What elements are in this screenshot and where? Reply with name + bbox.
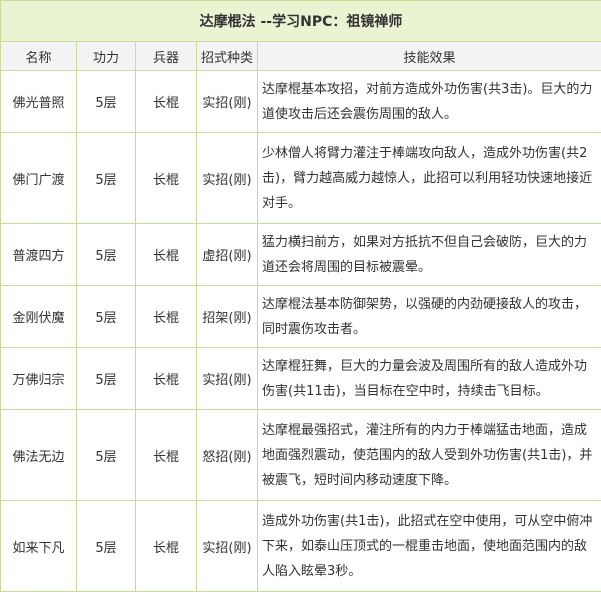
title-row: 达摩棍法 --学习NPC：祖镜禅师 — [0, 0, 601, 42]
header-effect: 技能效果 — [257, 41, 601, 71]
header-power: 功力 — [76, 41, 136, 71]
skill-effect-cell: 达摩棍基本攻招，对前方造成外功伤害(共3击)。巨大的力道使攻击后还会震伤周围的敌… — [257, 70, 601, 133]
skill-weapon-cell: 长棍 — [135, 347, 197, 410]
skill-effect-cell: 猛力横扫前方，如果对方抵抗不但自己会破防，巨大的力道还会将周围的目标被震晕。 — [257, 223, 601, 286]
skill-type-cell: 怒招(刚) — [196, 409, 258, 501]
skill-power-cell: 5层 — [76, 70, 136, 133]
table-row: 佛法无边 5层 长棍 怒招(刚) 达摩棍最强招式，灌注所有的内力于棒端猛击地面，造成地面… — [0, 409, 601, 501]
skill-name-cell: 佛法无边 — [0, 409, 77, 501]
skill-name-cell: 佛光普照 — [0, 70, 77, 133]
skill-type-cell: 虚招(刚) — [196, 223, 258, 286]
table-row: 万佛归宗 5层 长棍 实招(刚) 达摩棍狂舞，巨大的力量会波及周围所有的敌人造成外功伤害… — [0, 347, 601, 410]
skill-power-cell: 5层 — [76, 223, 136, 286]
skill-name-cell: 金刚伏魔 — [0, 285, 77, 348]
table-row: 金刚伏魔 5层 长棍 招架(刚) 达摩棍法基本防御架势，以强硬的内劲硬接敌人的攻击，同时… — [0, 285, 601, 348]
skill-weapon-cell: 长棍 — [135, 223, 197, 286]
skill-power-cell: 5层 — [76, 347, 136, 410]
skill-weapon-cell: 长棍 — [135, 70, 197, 133]
header-row: 名称 功力 兵器 招式种类 技能效果 — [0, 41, 601, 71]
skill-name-cell: 万佛归宗 — [0, 347, 77, 410]
skill-weapon-cell: 长棍 — [135, 285, 197, 348]
skill-power-cell: 5层 — [76, 132, 136, 224]
skill-effect-cell: 少林僧人将臂力灌注于棒端攻向敌人，造成外功伤害(共2击)，臂力越高威力越惊人，此… — [257, 132, 601, 224]
skill-power-cell: 5层 — [76, 500, 136, 592]
skill-effect-cell: 达摩棍法基本防御架势，以强硬的内劲硬接敌人的攻击，同时震伤攻击者。 — [257, 285, 601, 348]
skill-name-cell: 普渡四方 — [0, 223, 77, 286]
skill-type-cell: 实招(刚) — [196, 347, 258, 410]
skill-weapon-cell: 长棍 — [135, 132, 197, 224]
skill-effect-cell: 造成外功伤害(共1击)，此招式在空中使用，可从空中俯冲下来，如泰山压顶式的一棍重… — [257, 500, 601, 592]
skill-type-cell: 实招(刚) — [196, 500, 258, 592]
skill-type-cell: 实招(刚) — [196, 132, 258, 224]
table-row: 普渡四方 5层 长棍 虚招(刚) 猛力横扫前方，如果对方抵抗不但自己会破防，巨大的力道还… — [0, 223, 601, 286]
skill-effect-cell: 达摩棍最强招式，灌注所有的内力于棒端猛击地面，造成地面强烈震动，使范围内的敌人受… — [257, 409, 601, 501]
skill-weapon-cell: 长棍 — [135, 409, 197, 501]
skill-weapon-cell: 长棍 — [135, 500, 197, 592]
table-row: 佛光普照 5层 长棍 实招(刚) 达摩棍基本攻招，对前方造成外功伤害(共3击)。巨大的力… — [0, 70, 601, 133]
skill-power-cell: 5层 — [76, 409, 136, 501]
skill-type-cell: 实招(刚) — [196, 70, 258, 133]
skill-name-cell: 佛门广渡 — [0, 132, 77, 224]
skill-name-cell: 如来下凡 — [0, 500, 77, 592]
table-row: 如来下凡 5层 长棍 实招(刚) 造成外功伤害(共1击)，此招式在空中使用，可从空中俯冲… — [0, 500, 601, 592]
skill-power-cell: 5层 — [76, 285, 136, 348]
skill-type-cell: 招架(刚) — [196, 285, 258, 348]
skill-table: 达摩棍法 --学习NPC：祖镜禅师 名称 功力 兵器 招式种类 技能效果 佛光普… — [0, 0, 601, 592]
skill-effect-cell: 达摩棍狂舞，巨大的力量会波及周围所有的敌人造成外功伤害(共11击)，当目标在空中… — [257, 347, 601, 410]
header-move-type: 招式种类 — [196, 41, 258, 71]
header-name: 名称 — [0, 41, 77, 71]
header-weapon: 兵器 — [135, 41, 197, 71]
table-title: 达摩棍法 --学习NPC：祖镜禅师 — [0, 0, 601, 42]
table-row: 佛门广渡 5层 长棍 实招(刚) 少林僧人将臂力灌注于棒端攻向敌人，造成外功伤害(共2击… — [0, 132, 601, 224]
